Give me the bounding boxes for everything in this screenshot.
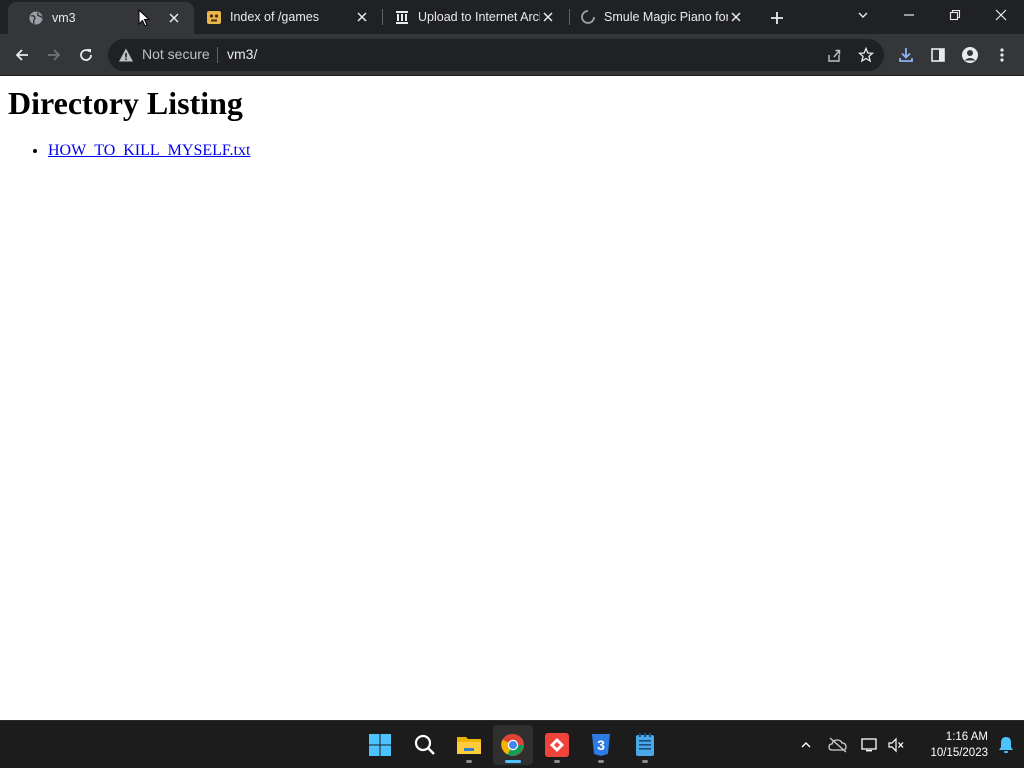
loading-spinner-icon: [580, 9, 596, 25]
file-list-item: HOW_TO_KILL_MYSELF.txt: [48, 142, 250, 160]
file-explorer-icon[interactable]: [449, 725, 489, 765]
forward-button[interactable]: [40, 41, 68, 69]
close-window-button[interactable]: [978, 0, 1024, 30]
tab-vm3[interactable]: vm3: [8, 2, 194, 34]
omnibox-divider: [217, 47, 218, 63]
close-tab-icon[interactable]: [540, 9, 556, 25]
running-indicator: [642, 760, 648, 763]
warning-triangle-icon[interactable]: [118, 47, 134, 63]
show-hidden-icons-chevron-icon[interactable]: [794, 733, 818, 757]
security-status-label[interactable]: Not secure: [142, 46, 210, 62]
restore-button[interactable]: [932, 0, 978, 30]
close-tab-icon[interactable]: [166, 10, 182, 26]
close-tab-icon[interactable]: [728, 9, 744, 25]
minimize-button[interactable]: [886, 0, 932, 30]
bookmark-star-icon[interactable]: [856, 45, 876, 65]
tab-separator: [382, 9, 383, 25]
share-icon[interactable]: [824, 45, 844, 65]
tab-title: Smule Magic Piano for: [604, 10, 728, 24]
browser-toolbar: Not secure vm3/: [0, 34, 1024, 76]
network-icon[interactable]: [858, 733, 882, 757]
volume-muted-icon[interactable]: [884, 733, 908, 757]
notepad-icon[interactable]: [625, 725, 665, 765]
reload-button[interactable]: [72, 41, 100, 69]
clock-time: 1:16 AM: [945, 731, 988, 743]
search-icon[interactable]: [405, 725, 445, 765]
tab-search-button[interactable]: [840, 0, 886, 30]
notification-bell-icon[interactable]: [994, 733, 1018, 757]
tab-title: Upload to Internet Arch: [418, 10, 540, 24]
page-heading: Directory Listing: [8, 85, 243, 121]
clock-date: 10/15/2023: [930, 747, 988, 759]
address-bar[interactable]: Not secure vm3/: [108, 39, 884, 71]
back-button[interactable]: [8, 41, 36, 69]
new-tab-button[interactable]: [766, 7, 788, 29]
three-app-icon[interactable]: 3: [581, 725, 621, 765]
running-indicator: [505, 760, 521, 763]
running-indicator: [598, 760, 604, 763]
internet-archive-icon: [394, 9, 410, 25]
running-indicator: [466, 760, 472, 763]
tab-title: Index of /games: [230, 10, 319, 24]
close-tab-icon[interactable]: [354, 9, 370, 25]
tab-smule-magic-piano[interactable]: Smule Magic Piano for: [570, 0, 756, 34]
file-list: HOW_TO_KILL_MYSELF.txt: [48, 142, 250, 160]
windows-start-icon[interactable]: [360, 725, 400, 765]
windows-taskbar: 3 1:16 AM 10/15/2023: [0, 720, 1024, 768]
more-menu-icon[interactable]: [988, 41, 1016, 69]
tab-index-of-games[interactable]: Index of /games: [196, 0, 382, 34]
side-panel-icon[interactable]: [924, 41, 952, 69]
games-favicon: [206, 9, 222, 25]
page-content: Directory Listing HOW_TO_KILL_MYSELF.txt: [0, 77, 1024, 720]
profile-avatar-icon[interactable]: [956, 41, 984, 69]
mouse-cursor-icon: [138, 8, 151, 27]
system-clock[interactable]: 1:16 AM 10/15/2023: [912, 729, 988, 761]
downloads-button[interactable]: [892, 41, 920, 69]
globe-icon: [28, 10, 44, 26]
anydesk-icon[interactable]: [537, 725, 577, 765]
svg-text:3: 3: [597, 737, 605, 753]
chrome-icon[interactable]: [493, 725, 533, 765]
browser-tab-strip: vm3 Index of /games Upload to Internet A…: [0, 0, 1024, 34]
tab-upload-internet-archive[interactable]: Upload to Internet Arch: [384, 0, 568, 34]
file-link[interactable]: HOW_TO_KILL_MYSELF.txt: [48, 142, 250, 159]
running-indicator: [554, 760, 560, 763]
onedrive-offline-icon[interactable]: [826, 733, 850, 757]
url-text[interactable]: vm3/: [227, 46, 257, 62]
